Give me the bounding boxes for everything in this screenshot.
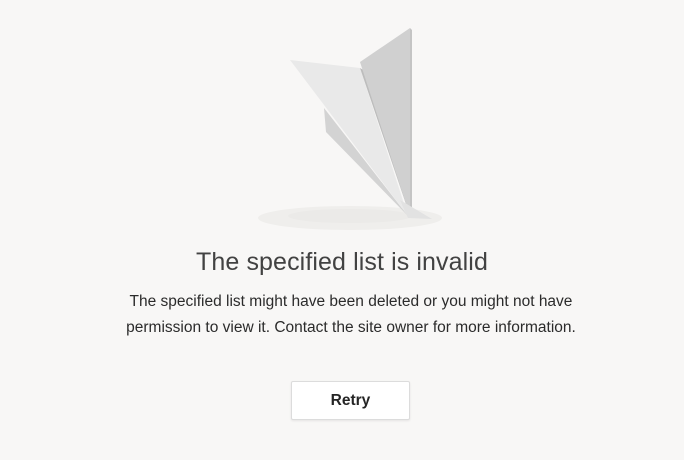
error-title: The specified list is invalid [196,248,488,276]
retry-button[interactable]: Retry [291,381,410,420]
paper-plane-icon [258,28,442,230]
error-message: The specified list might have been delet… [126,293,576,336]
error-page: The specified list is invalid The specif… [0,0,684,460]
